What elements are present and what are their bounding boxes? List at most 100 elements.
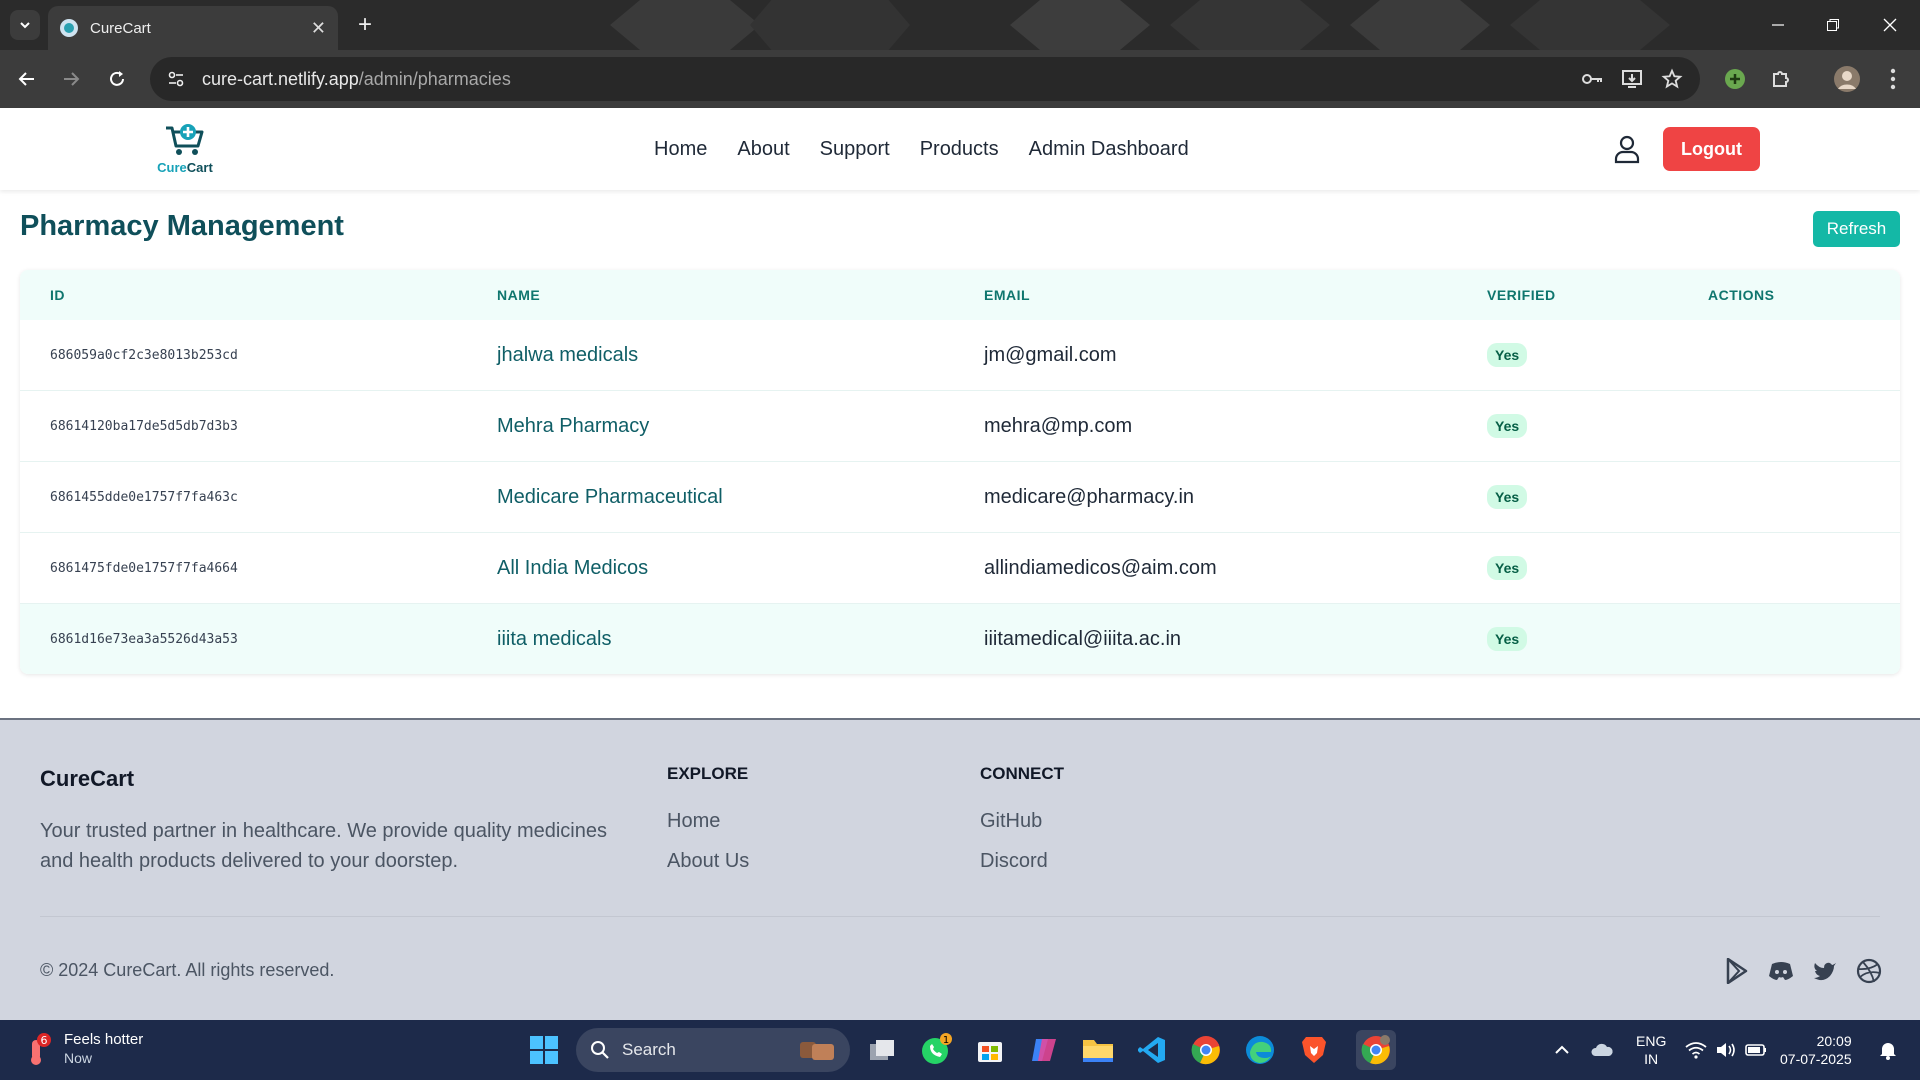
whatsapp-icon[interactable]: 1 [916, 1030, 956, 1070]
footer-divider [40, 916, 1880, 917]
task-view-icon[interactable] [862, 1030, 902, 1070]
row-email: allindiamedicos@aim.com [984, 556, 1217, 579]
footer-copyright: © 2024 CureCart. All rights reserved. [40, 960, 335, 980]
table-row: 6861d16e73ea3a5526d43a53 iiita medicals … [20, 604, 1900, 674]
thermometer-icon: 6 [31, 1033, 51, 1065]
row-email: jm@gmail.com [984, 343, 1117, 366]
vscode-icon[interactable] [1132, 1030, 1172, 1070]
nav-link-support[interactable]: Support [820, 138, 890, 161]
chrome-active-icon[interactable] [1356, 1030, 1396, 1070]
show-hidden-icons[interactable] [1550, 1038, 1574, 1062]
curecart-logo[interactable]: CureCart [152, 122, 218, 182]
tab-search-button[interactable] [10, 10, 40, 40]
volume-icon[interactable] [1714, 1038, 1738, 1062]
brave-icon[interactable] [1294, 1030, 1334, 1070]
column-header-name: NAME [497, 287, 541, 303]
logo-text-cure: Cure [157, 160, 187, 175]
cart-plus-icon [166, 124, 204, 155]
extension-green-icon[interactable] [1720, 64, 1750, 94]
bookmark-star-icon[interactable] [1660, 67, 1684, 91]
column-header-actions: ACTIONS [1708, 287, 1775, 303]
row-id: 6861475fde0e1757f7fa4664 [50, 560, 238, 576]
browser-menu-icon[interactable] [1878, 64, 1908, 94]
row-name: jhalwa medicals [497, 343, 639, 366]
nav-link-about[interactable]: About [737, 138, 789, 161]
region-label: IN [1644, 1051, 1659, 1067]
close-tab-icon[interactable]: ✕ [311, 18, 326, 39]
nav-link-products[interactable]: Products [920, 138, 999, 161]
verified-badge: Yes [1487, 556, 1528, 580]
nav-link-home[interactable]: Home [654, 138, 707, 161]
new-tab-button[interactable]: + [350, 10, 380, 40]
whatsapp-badge: 1 [943, 1035, 949, 1046]
file-explorer-icon[interactable] [1078, 1030, 1118, 1070]
row-email: medicare@pharmacy.in [984, 485, 1195, 508]
language-label: ENG [1636, 1033, 1667, 1049]
close-window-icon[interactable] [1870, 10, 1910, 40]
password-key-icon[interactable] [1580, 67, 1604, 91]
table-row: 6861475fde0e1757f7fa4664 All India Medic… [20, 533, 1900, 604]
discord-icon[interactable] [1766, 956, 1796, 986]
url-path: /admin/pharmacies [358, 68, 511, 89]
row-id: 6861455dde0e1757f7fa463c [50, 489, 238, 505]
column-header-email: EMAIL [984, 287, 1031, 303]
tab-title: CureCart [90, 19, 151, 37]
footer-connect-title: CONNECT [980, 764, 1065, 783]
page-title: Pharmacy Management [20, 210, 344, 242]
install-app-icon[interactable] [1620, 67, 1644, 91]
dribbble-icon[interactable] [1854, 956, 1884, 986]
site-footer: CureCart Your trusted partner in healthc… [0, 718, 1920, 1020]
taskbar-search-label: Search [622, 1040, 676, 1059]
wifi-icon[interactable] [1684, 1038, 1708, 1062]
verified-badge: Yes [1487, 627, 1528, 651]
forward-icon[interactable] [54, 62, 88, 96]
table-header: ID NAME EMAIL VERIFIED ACTIONS [20, 270, 1900, 320]
row-email: mehra@mp.com [984, 414, 1133, 437]
table-row: 686059a0cf2c3e8013b253cd jhalwa medicals… [20, 320, 1900, 391]
back-icon[interactable] [10, 62, 44, 96]
taskbar-search-box[interactable]: Search [576, 1028, 850, 1072]
footer-link-home[interactable]: Home [667, 810, 720, 833]
row-verified: Yes [1487, 462, 1528, 532]
refresh-button[interactable]: Refresh [1813, 211, 1900, 247]
site-info-icon[interactable] [166, 69, 186, 89]
minimize-icon[interactable] [1758, 10, 1798, 40]
logout-button[interactable]: Logout [1663, 127, 1760, 171]
favicon-icon [60, 19, 78, 37]
copilot-icon[interactable] [1024, 1030, 1064, 1070]
twitter-icon[interactable] [1810, 956, 1840, 986]
windows-taskbar: 6 Feels hotter Now Search 1 ENG IN 20:09… [0, 1020, 1920, 1080]
language-indicator[interactable]: ENG IN [1636, 1032, 1666, 1068]
browser-tab-active[interactable]: CureCart ✕ [48, 6, 338, 50]
extensions-puzzle-icon[interactable] [1766, 64, 1796, 94]
reload-icon[interactable] [100, 62, 134, 96]
battery-icon[interactable] [1744, 1038, 1768, 1062]
windows-start-icon[interactable] [524, 1030, 564, 1070]
chevron-down-icon [20, 22, 30, 29]
footer-link-about-us[interactable]: About Us [667, 850, 749, 873]
footer-link-discord[interactable]: Discord [980, 850, 1048, 873]
nav-link-admin-dashboard[interactable]: Admin Dashboard [1029, 138, 1189, 161]
row-id: 686059a0cf2c3e8013b253cd [50, 347, 238, 363]
user-profile-icon[interactable] [1612, 134, 1642, 164]
browser-tab-bar: CureCart ✕ + [0, 0, 1920, 50]
footer-description: Your trusted partner in healthcare. We p… [40, 820, 607, 872]
weather-subtitle: Now [64, 1050, 93, 1066]
notification-bell-icon[interactable] [1876, 1038, 1900, 1062]
microsoft-store-icon[interactable] [970, 1030, 1010, 1070]
column-header-id: ID [50, 287, 65, 303]
google-play-icon[interactable] [1722, 956, 1752, 986]
row-name: Medicare Pharmaceutical [497, 485, 723, 508]
address-bar[interactable]: cure-cart.netlify.app/admin/pharmacies [150, 57, 1700, 101]
logo-text-cart: Cart [186, 160, 213, 175]
logo-text: CureCart [157, 160, 213, 175]
chrome-icon[interactable] [1186, 1030, 1226, 1070]
system-clock[interactable]: 20:09 07-07-2025 [1780, 1032, 1852, 1068]
weather-title: Feels hotter [64, 1031, 144, 1048]
footer-link-github[interactable]: GitHub [980, 810, 1042, 833]
weather-widget[interactable]: 6 Feels hotter Now [24, 1030, 143, 1068]
restore-icon[interactable] [1813, 10, 1853, 40]
onedrive-icon[interactable] [1590, 1038, 1614, 1062]
edge-icon[interactable] [1240, 1030, 1280, 1070]
profile-avatar-icon[interactable] [1832, 64, 1862, 94]
